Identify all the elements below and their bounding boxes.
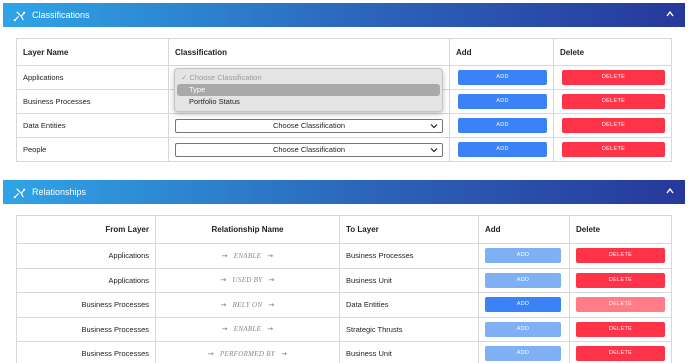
- table-row: Business Processes → PERFORMED BY → Busine…: [16, 341, 672, 363]
- header-from-layer: From Layer: [16, 215, 156, 244]
- delete-button[interactable]: DELETE: [576, 321, 665, 337]
- relationship-name-cell: → ENABLE →: [155, 243, 340, 269]
- from-layer: Business Processes: [16, 341, 156, 363]
- relationships-title: Relationships: [32, 187, 87, 197]
- from-layer: Applications: [16, 243, 156, 269]
- to-layer: Data Entities: [339, 292, 479, 318]
- header-to-layer: To Layer: [339, 215, 479, 244]
- relationship-arrows-icon: [13, 10, 26, 21]
- relationships-header[interactable]: Relationships: [3, 180, 685, 204]
- arrow-right-icon: →: [220, 300, 227, 309]
- classification-select[interactable]: Choose Classification: [175, 142, 443, 157]
- relationship-name-cell: → PERFORMED BY →: [155, 341, 340, 363]
- classification-dropdown-menu: ✓ Choose Classification Type Portfolio S…: [174, 68, 443, 112]
- delete-button[interactable]: DELETE: [562, 118, 665, 133]
- dropdown-option-type[interactable]: Type: [177, 84, 440, 96]
- arrow-right-icon: →: [268, 300, 275, 309]
- relationship-name-cell: → RELY ON →: [155, 292, 340, 318]
- table-row: People Choose Classification ADD DELETE: [16, 137, 672, 162]
- delete-button[interactable]: DELETE: [562, 70, 665, 85]
- to-layer: Business Unit: [339, 341, 479, 363]
- arrow-right-icon: →: [221, 251, 228, 260]
- arrow-right-icon: →: [268, 276, 275, 285]
- add-button[interactable]: ADD: [485, 321, 561, 337]
- header-classification: Classification: [168, 38, 450, 66]
- header-delete: Delete: [553, 38, 672, 66]
- header-delete: Delete: [569, 215, 672, 244]
- relationship-name: RELY ON: [232, 300, 263, 309]
- dropdown-option-placeholder: ✓ Choose Classification: [175, 72, 442, 84]
- header-relationship-name: Relationship Name: [155, 215, 340, 244]
- header-add: Add: [478, 215, 570, 244]
- table-row: Applications → ENABLE → Business Processes…: [16, 243, 672, 269]
- select-value: Choose Classification: [272, 120, 346, 130]
- add-button[interactable]: ADD: [458, 118, 547, 133]
- add-button[interactable]: ADD: [458, 142, 547, 157]
- add-button[interactable]: ADD: [485, 297, 561, 313]
- placeholder-label: Choose Classification: [189, 73, 262, 82]
- relationship-arrows-icon: [13, 187, 26, 198]
- to-layer: Business Unit: [339, 267, 479, 293]
- from-layer: Business Processes: [16, 292, 156, 318]
- to-layer: Business Processes: [339, 243, 479, 269]
- arrow-right-icon: →: [267, 251, 274, 260]
- table-row: Data Entities Choose Classification ADD …: [16, 113, 672, 138]
- delete-button[interactable]: DELETE: [576, 248, 665, 264]
- table-row: Business Processes → RELY ON → Data Entiti…: [16, 292, 672, 318]
- delete-button[interactable]: DELETE: [576, 346, 665, 362]
- chevron-down-icon: [430, 123, 438, 128]
- header-add: Add: [449, 38, 554, 66]
- layer-name: People: [16, 137, 169, 162]
- relationships-table: From Layer Relationship Name To Layer Ad…: [16, 215, 672, 363]
- add-button[interactable]: ADD: [485, 346, 561, 362]
- dropdown-option-portfolio-status[interactable]: Portfolio Status: [175, 96, 442, 108]
- layer-name: Data Entities: [16, 113, 169, 138]
- layer-name: Applications: [16, 65, 169, 90]
- classifications-header[interactable]: Classifications: [3, 3, 685, 27]
- arrow-right-icon: →: [207, 349, 214, 358]
- chevron-up-icon[interactable]: [665, 9, 675, 19]
- delete-button[interactable]: DELETE: [562, 94, 665, 109]
- relationship-name: PERFORMED BY: [219, 349, 276, 358]
- relationship-name: ENABLE: [233, 251, 262, 260]
- from-layer: Applications: [16, 267, 156, 293]
- add-button[interactable]: ADD: [485, 272, 561, 288]
- relationship-name: ENABLE: [233, 325, 262, 334]
- arrow-right-icon: →: [281, 349, 288, 358]
- classifications-title: Classifications: [32, 10, 90, 20]
- arrow-right-icon: →: [220, 276, 227, 285]
- select-value: Choose Classification: [272, 144, 346, 154]
- header-layer-name: Layer Name: [16, 38, 169, 66]
- layer-name: Business Processes: [16, 89, 169, 114]
- arrow-right-icon: →: [267, 325, 274, 334]
- table-row: Business Processes → ENABLE → Strategic Th…: [16, 316, 672, 342]
- add-button[interactable]: ADD: [458, 70, 547, 85]
- relationship-name-cell: → USED BY →: [155, 267, 340, 293]
- delete-button[interactable]: DELETE: [576, 297, 665, 313]
- classification-select[interactable]: Choose Classification: [175, 118, 443, 133]
- relationship-name-cell: → ENABLE →: [155, 316, 340, 342]
- from-layer: Business Processes: [16, 316, 156, 342]
- add-button[interactable]: ADD: [485, 248, 561, 264]
- add-button[interactable]: ADD: [458, 94, 547, 109]
- arrow-right-icon: →: [221, 325, 228, 334]
- table-row: Applications → USED BY → Business Unit ADD…: [16, 267, 672, 293]
- to-layer: Strategic Thrusts: [339, 316, 479, 342]
- delete-button[interactable]: DELETE: [576, 272, 665, 288]
- chevron-down-icon: [430, 147, 438, 152]
- chevron-up-icon[interactable]: [665, 186, 675, 196]
- relationship-name: USED BY: [232, 276, 263, 285]
- delete-button[interactable]: DELETE: [562, 142, 665, 157]
